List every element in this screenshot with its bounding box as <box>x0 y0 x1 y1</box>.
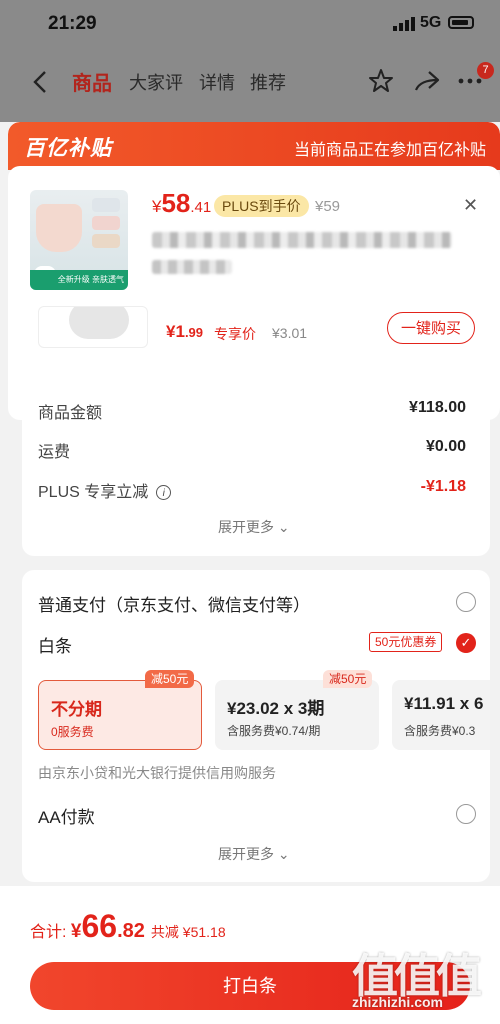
installment-option-6[interactable]: ¥11.91 x 6 含服务费¥0.3 <box>392 680 490 750</box>
addon-price: ¥1.99 <box>166 322 204 341</box>
product-price: ¥58.41 <box>152 188 212 218</box>
message-count-badge: 7 <box>477 62 494 79</box>
status-time: 21:29 <box>48 13 97 34</box>
aa-payment-label[interactable]: AA付款 <box>38 803 95 828</box>
aa-payment-radio[interactable] <box>456 804 476 824</box>
tab-product[interactable]: 商品 <box>72 67 112 96</box>
coupon-tag[interactable]: 50元优惠券 <box>369 632 443 652</box>
product-nav-bar: 商品 大家评 详情 推荐 <box>0 50 500 122</box>
discount-ribbon: 减50元 <box>323 670 373 688</box>
tab-recommend[interactable]: 推荐 <box>250 69 286 95</box>
one-click-buy-button[interactable]: 一键购买 <box>387 312 475 344</box>
thumb-caption: 全新升级 亲肤透气 <box>30 270 128 290</box>
expand-more-payment[interactable]: 展开更多 ⌄ <box>218 844 290 864</box>
baitiao-label[interactable]: 白条 <box>38 632 72 657</box>
baitiao-radio-checked-icon[interactable]: ✓ <box>456 633 476 653</box>
battery-icon <box>448 16 474 29</box>
cost-label-subtotal: 商品金额 <box>38 405 103 422</box>
payment-method-card: 普通支付（京东支付、微信支付等） 白条 50元优惠券 ✓ 不分期 0服务费 减5… <box>22 570 490 882</box>
signal-icon <box>393 17 415 31</box>
normal-payment-label[interactable]: 普通支付（京东支付、微信支付等） <box>38 591 310 616</box>
subsidy-banner: 百亿补贴 当前商品正在参加百亿补贴 <box>8 122 500 170</box>
total-savings: 共减 ¥51.18 <box>150 924 226 940</box>
installment-option-3[interactable]: ¥23.02 x 3期 含服务费¥0.74/期 <box>215 680 379 750</box>
subsidy-notice: 当前商品正在参加百亿补贴 <box>293 142 486 159</box>
installment-option-none[interactable]: 不分期 0服务费 <box>38 680 202 750</box>
expand-more-cost[interactable]: 展开更多 ⌄ <box>218 517 290 537</box>
normal-payment-radio[interactable] <box>456 592 476 612</box>
info-icon[interactable]: i <box>156 485 172 500</box>
discount-ribbon: 减50元 <box>145 670 195 688</box>
network-type: 5G <box>420 14 442 31</box>
addon-thumbnail[interactable] <box>38 306 148 348</box>
favorite-star-icon[interactable] <box>368 68 394 94</box>
addon-original-price: ¥3.01 <box>272 325 308 341</box>
original-price: ¥59 <box>315 198 341 215</box>
close-icon[interactable]: ✕ <box>463 195 478 216</box>
cost-value-subtotal: ¥118.00 <box>409 399 466 416</box>
more-dots-icon[interactable] <box>458 78 482 84</box>
back-arrow-icon[interactable] <box>32 70 48 94</box>
watermark-url: zhizhizhi.com <box>352 994 443 1010</box>
blurred-product-title <box>152 232 452 248</box>
credit-provider-note: 由京东小贷和光大银行提供信用购服务 <box>38 765 276 781</box>
subsidy-logo: 百亿补贴 <box>24 137 112 160</box>
plus-price-tag: PLUS到手价 <box>214 195 309 217</box>
cost-value-shipping: ¥0.00 <box>425 438 466 455</box>
cost-summary-card: 商品金额 ¥118.00 运费 ¥0.00 PLUS 专享立减 i -¥1.18 … <box>22 379 490 556</box>
share-icon[interactable] <box>414 70 440 92</box>
addon-exclusive-label: 专享价 <box>214 326 256 342</box>
product-thumbnail[interactable]: 59 全新升级 亲肤透气 <box>30 190 128 290</box>
cost-value-plus-discount: -¥1.18 <box>420 478 466 495</box>
cost-label-plus-discount: PLUS 专享立减 i <box>38 478 172 502</box>
order-total: 合计: ¥66.82 共减 ¥51.18 <box>30 908 226 944</box>
tab-details[interactable]: 详情 <box>199 69 235 95</box>
tab-reviews[interactable]: 大家评 <box>129 69 183 95</box>
blurred-product-spec <box>152 260 232 274</box>
cost-label-shipping: 运费 <box>38 444 71 461</box>
